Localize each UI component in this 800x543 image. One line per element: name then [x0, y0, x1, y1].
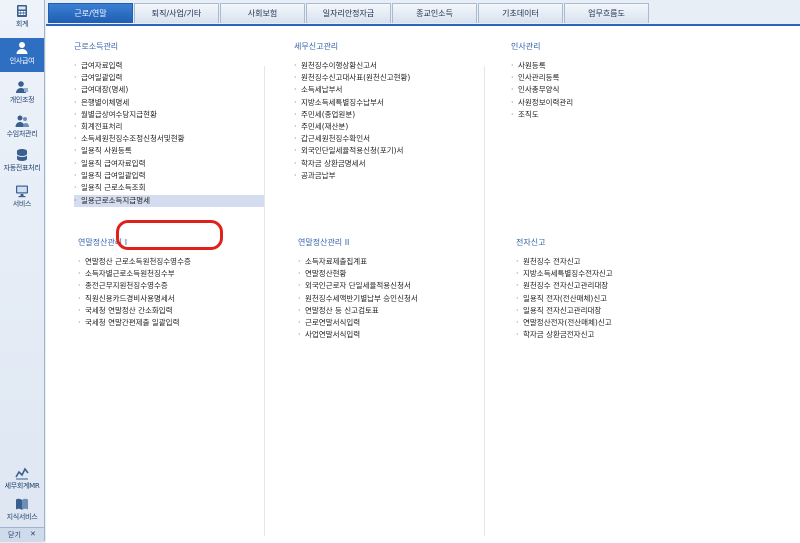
tab-base-data[interactable]: 기초데이터 — [478, 3, 563, 23]
tab-workflow[interactable]: 업무흐름도 — [564, 3, 649, 23]
sidebar-item-accounting[interactable]: 회계 — [0, 4, 44, 29]
menu-item[interactable]: 소득자별근로소득원천징수부 — [78, 268, 268, 280]
people-icon — [15, 115, 29, 127]
menu-item[interactable]: 지방소득세특별징수전자신고 — [516, 268, 706, 280]
close-icon[interactable]: ✕ — [30, 530, 36, 538]
menu-item[interactable]: 인사총무양식 — [511, 84, 701, 96]
menu-item[interactable]: 인사관리등록 — [511, 72, 701, 84]
menu-item[interactable]: 연말정산전자(전산매체)신고 — [516, 317, 706, 329]
menu-item[interactable]: 직원신용카드경비사용명세서 — [78, 293, 268, 305]
section-e-filing: 전자신고 원천징수 전자신고 지방소득세특별징수전자신고 원천징수 전자신고관리… — [516, 237, 706, 342]
tab-social-insurance[interactable]: 사회보험 — [220, 3, 305, 23]
menu-item[interactable]: 학자금 상환금명세서 — [294, 158, 484, 170]
menu-item[interactable]: 외국인단일세율적용신청(포기)서 — [294, 145, 484, 157]
menu-item[interactable]: 급여대장(명세) — [74, 84, 264, 96]
tab-work-yearend[interactable]: 근로/연말 — [48, 3, 133, 23]
menu-item[interactable]: 원천징수 전자신고 — [516, 256, 706, 268]
section-title: 세무신고관리 — [294, 42, 339, 51]
sidebar-item-label: 수임처관리 — [6, 130, 38, 138]
menu-item[interactable]: 은행별이체명세 — [74, 97, 264, 109]
menu-item[interactable]: 국세청 연말간편제출 일괄입력 — [78, 317, 268, 329]
sidebar-item-label: 세무회계MR — [4, 482, 40, 490]
calculator-icon — [17, 5, 27, 17]
section-hr: 인사관리 사원등록 인사관리등록 인사총무양식 사원정보이력관리 조직도 — [511, 41, 701, 121]
menu-item[interactable]: 연말정산 등 신고검토표 — [298, 305, 488, 317]
close-panel-button[interactable]: 닫기 ✕ — [0, 527, 44, 542]
section-title: 인사관리 — [511, 42, 541, 51]
tab-bar: 근로/연말 퇴직/사업/기타 사회보험 일자리안정자금 종교인소득 기초데이터 … — [48, 3, 800, 23]
sidebar-item-label: 회계 — [15, 20, 29, 28]
person-icon — [16, 42, 28, 54]
menu-item[interactable]: 일용직 급여자료입력 — [74, 158, 264, 170]
monitor-icon — [16, 185, 28, 198]
tab-religious-income[interactable]: 종교인소득 — [392, 3, 477, 23]
menu-item[interactable]: 소득자료제출집계표 — [298, 256, 488, 268]
section-title: 근로소득관리 — [74, 42, 119, 51]
menu-item[interactable]: 종전근무지원천징수영수증 — [78, 280, 268, 292]
sidebar-item-label: 서비스 — [12, 200, 32, 208]
menu-item[interactable]: 사원등록 — [511, 60, 701, 72]
menu-item[interactable]: 원천징수이행상황신고서 — [294, 60, 484, 72]
menu-item[interactable]: 사원정보이력관리 — [511, 97, 701, 109]
menu-item[interactable]: 주민세(재산분) — [294, 121, 484, 133]
menu-item[interactable]: 일용직 전자신고관리대장 — [516, 305, 706, 317]
menu-item[interactable]: 갑근세원천징수확인서 — [294, 133, 484, 145]
menu-panel: 근로소득관리 급여자료입력 급여일괄입력 급여대장(명세) 은행별이체명세 월별… — [46, 24, 800, 543]
menu-item[interactable]: 외국인근로자 단일세율적용신청서 — [298, 280, 488, 292]
menu-item[interactable]: 급여자료입력 — [74, 60, 264, 72]
menu-item[interactable]: 원천징수신고대사표(원천신고현황) — [294, 72, 484, 84]
menu-item[interactable]: 근로연말서식입력 — [298, 317, 488, 329]
sidebar-item-service[interactable]: 서비스 — [0, 184, 44, 209]
sidebar: 회계 인사급여 개인조정 수임처관리 자동전표처리 서비스 세무회계MR 지식서… — [0, 0, 45, 542]
person-adjust-icon — [16, 81, 28, 93]
sidebar-item-payroll[interactable]: 인사급여 — [0, 38, 44, 72]
menu-item[interactable]: 일용직 근로소득조회 — [74, 182, 264, 194]
menu-item[interactable]: 학자금 상환금전자신고 — [516, 329, 706, 341]
menu-item[interactable]: 급여일괄입력 — [74, 72, 264, 84]
sidebar-item-personal-adjust[interactable]: 개인조정 — [0, 80, 44, 105]
menu-item-highlighted[interactable]: 일용근로소득지급명세 — [74, 195, 264, 207]
menu-item[interactable]: 소득세원천징수조정신청서및현황 — [74, 133, 264, 145]
menu-item[interactable]: 주민세(종업원분) — [294, 109, 484, 121]
menu-item[interactable]: 원천징수세액반기별납부 승인신청서 — [298, 293, 488, 305]
section-earned-income: 근로소득관리 급여자료입력 급여일괄입력 급여대장(명세) 은행별이체명세 월별… — [74, 41, 264, 207]
sidebar-item-label: 인사급여 — [9, 57, 35, 65]
menu-item[interactable]: 연말정산현황 — [298, 268, 488, 280]
sidebar-item-auto-voucher[interactable]: 자동전표처리 — [0, 148, 44, 173]
menu-item[interactable]: 원천징수 전자신고관리대장 — [516, 280, 706, 292]
sidebar-item-knowledge-service[interactable]: 지식서비스 — [0, 497, 44, 522]
database-icon — [16, 149, 28, 161]
sidebar-item-tax-accounting-mr[interactable]: 세무회계MR — [0, 466, 44, 491]
section-title: 전자신고 — [516, 238, 546, 247]
menu-item[interactable]: 지방소득세특별징수납부서 — [294, 97, 484, 109]
section-yearend-1: 연말정산관리 I 연말정산 근로소득원천징수영수증 소득자별근로소득원천징수부 … — [78, 237, 268, 329]
sidebar-item-label: 자동전표처리 — [3, 164, 41, 172]
menu-item[interactable]: 국세청 연말정산 간소화입력 — [78, 305, 268, 317]
book-icon — [16, 498, 28, 510]
menu-item[interactable]: 일용직 사원등록 — [74, 145, 264, 157]
menu-item[interactable]: 일용직 전자(전산매체)신고 — [516, 293, 706, 305]
menu-item[interactable]: 공과금납부 — [294, 170, 484, 182]
tab-retirement-business-other[interactable]: 퇴직/사업/기타 — [134, 3, 219, 23]
menu-item[interactable]: 월별급상여수당지급현황 — [74, 109, 264, 121]
close-label: 닫기 — [8, 531, 21, 539]
red-highlight-circle — [116, 220, 223, 250]
section-tax-filing: 세무신고관리 원천징수이행상황신고서 원천징수신고대사표(원천신고현황) 소득세… — [294, 41, 484, 182]
sidebar-item-label: 지식서비스 — [6, 513, 38, 521]
menu-item[interactable]: 연말정산 근로소득원천징수영수증 — [78, 256, 268, 268]
menu-item[interactable]: 조직도 — [511, 109, 701, 121]
menu-item[interactable]: 회계전표처리 — [74, 121, 264, 133]
chart-icon — [15, 467, 29, 480]
menu-item[interactable]: 사업연말서식입력 — [298, 329, 488, 341]
tab-job-stability-fund[interactable]: 일자리안정자금 — [306, 3, 391, 23]
menu-item[interactable]: 일용직 급여일괄입력 — [74, 170, 264, 182]
sidebar-item-label: 개인조정 — [9, 96, 35, 104]
section-title: 연말정산관리 II — [298, 238, 350, 247]
menu-item[interactable]: 소득세납부서 — [294, 84, 484, 96]
section-yearend-2: 연말정산관리 II 소득자료제출집계표 연말정산현황 외국인근로자 단일세율적용… — [298, 237, 488, 342]
sidebar-item-client-management[interactable]: 수임처관리 — [0, 114, 44, 139]
